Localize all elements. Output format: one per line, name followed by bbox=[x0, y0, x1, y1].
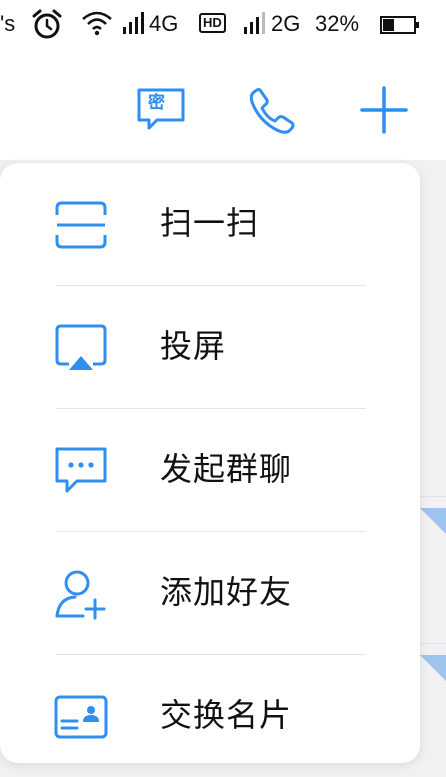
menu-item-scan[interactable]: 扫一扫 bbox=[0, 163, 420, 285]
network-type-2: 2G bbox=[271, 11, 301, 36]
phone-icon bbox=[249, 88, 295, 134]
menu-item-label: 投屏 bbox=[160, 327, 227, 365]
menu-item-label: 发起群聊 bbox=[160, 450, 293, 488]
menu-item-screen-cast[interactable]: 投屏 bbox=[0, 286, 420, 408]
signal-icon-2 bbox=[243, 10, 269, 43]
menu-item-label: 扫一扫 bbox=[160, 204, 260, 242]
battery-icon bbox=[380, 14, 420, 42]
screen-cast-icon bbox=[50, 319, 112, 377]
wifi-icon bbox=[80, 8, 114, 45]
corner-flag-icon bbox=[420, 508, 446, 534]
phone-button[interactable] bbox=[242, 80, 302, 140]
plus-button[interactable] bbox=[354, 80, 414, 140]
secret-chat-button[interactable]: 密 bbox=[131, 80, 191, 140]
menu-item-label: 交换名片 bbox=[160, 696, 293, 734]
status-left-text: 's bbox=[0, 11, 16, 36]
menu-item-add-friend[interactable]: 添加好友 bbox=[0, 532, 420, 654]
battery-percent: 32% bbox=[315, 11, 360, 36]
corner-flag-icon bbox=[420, 655, 446, 681]
plus-icon bbox=[360, 86, 408, 134]
business-card-icon bbox=[50, 688, 112, 746]
plus-dropdown-menu: 扫一扫 投屏 发起群聊 添加好友 交换名片 bbox=[0, 163, 420, 763]
menu-item-group-chat[interactable]: 发起群聊 bbox=[0, 409, 420, 531]
signal-icon-1 bbox=[122, 10, 148, 43]
background-divider bbox=[416, 496, 446, 497]
scan-icon bbox=[50, 196, 112, 254]
secret-chat-label: 密 bbox=[148, 93, 165, 113]
top-header: 密 bbox=[0, 50, 446, 160]
alarm-icon bbox=[30, 8, 64, 47]
network-type-1: 4G bbox=[149, 11, 179, 36]
add-friend-icon bbox=[50, 565, 112, 623]
hd-badge: HD bbox=[199, 13, 226, 33]
status-bar: 's 4G HD 2G 32% bbox=[0, 0, 446, 50]
menu-item-label: 添加好友 bbox=[160, 573, 293, 611]
menu-item-business-card[interactable]: 交换名片 bbox=[0, 655, 420, 777]
background-divider bbox=[416, 643, 446, 644]
group-chat-icon bbox=[50, 442, 112, 500]
